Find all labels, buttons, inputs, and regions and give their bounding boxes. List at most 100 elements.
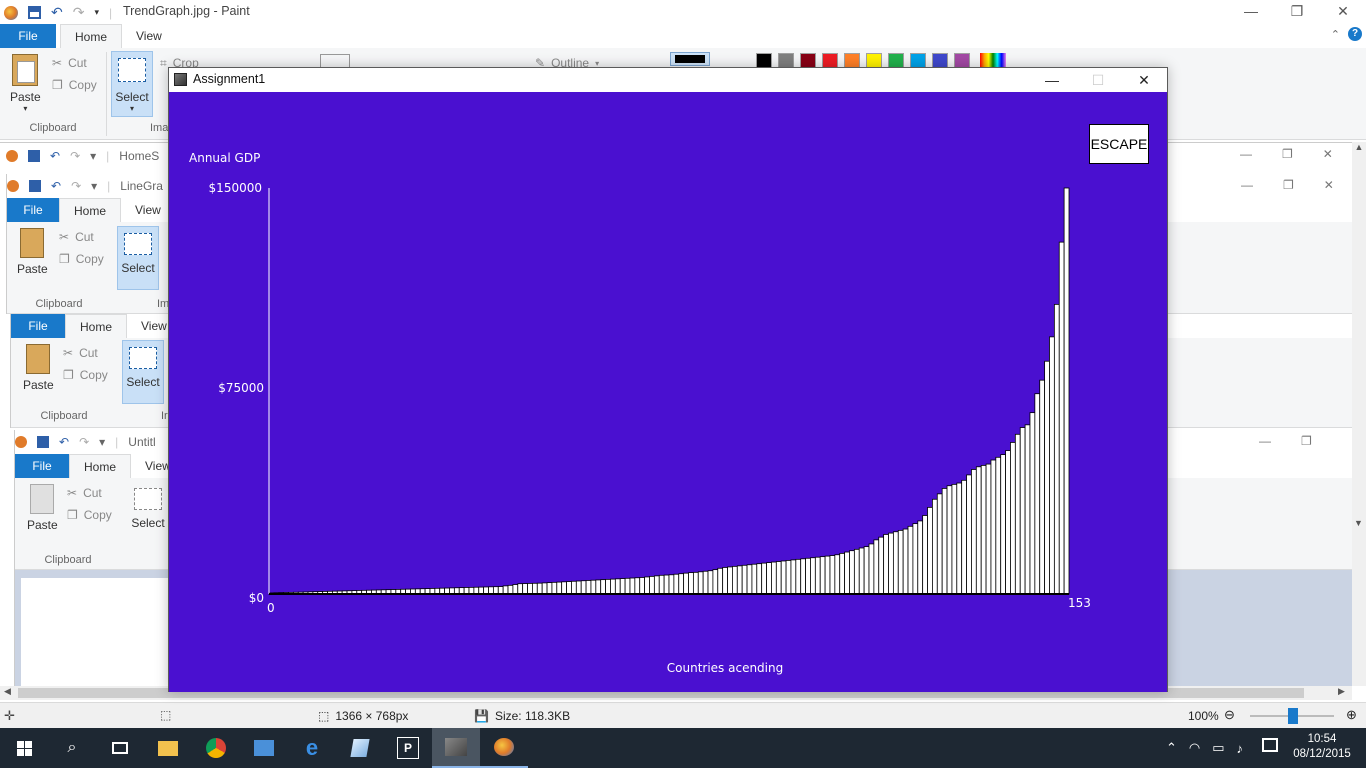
qat-dropdown-icon[interactable]: ▾ xyxy=(94,7,99,18)
bg2-paste-button[interactable]: Paste xyxy=(17,228,48,276)
volume-icon[interactable]: ♪ xyxy=(1237,741,1244,756)
chart-bar xyxy=(556,581,563,595)
edge-icon: e xyxy=(305,735,319,760)
select-icon xyxy=(118,58,146,82)
bg2-paste-label: Paste xyxy=(17,262,48,276)
bg1-close-icon[interactable]: ✕ xyxy=(1323,147,1333,161)
save-icon[interactable] xyxy=(28,6,41,19)
edit-colors-icon[interactable] xyxy=(980,53,1006,67)
bg3-copy-button[interactable]: ❐ Copy xyxy=(63,364,108,386)
task-view-button[interactable] xyxy=(96,728,144,768)
bg3-paste-button[interactable]: Paste xyxy=(23,344,54,392)
taskbar-paint[interactable] xyxy=(480,728,528,768)
bg2-select-button[interactable]: Select xyxy=(117,226,159,290)
chart-bar xyxy=(829,555,836,595)
select-button[interactable]: Select ▾ xyxy=(111,51,153,117)
copy-button[interactable]: ❐ Copy xyxy=(52,74,97,96)
start-button[interactable] xyxy=(0,728,48,768)
image-dimensions: 1366 × 768px xyxy=(335,709,409,723)
color1-button[interactable] xyxy=(670,52,710,66)
bg2-tab-home[interactable]: Home xyxy=(59,197,122,223)
bg2-tab-file[interactable]: File xyxy=(7,198,59,222)
wifi-icon[interactable]: ◠ xyxy=(1189,740,1200,756)
taskbar-processing[interactable]: P xyxy=(384,728,432,768)
chart-bar xyxy=(1039,379,1046,595)
taskbar-edge[interactable]: e xyxy=(288,728,336,768)
taskbar-java-app[interactable] xyxy=(432,728,480,768)
shapes-gallery-icon[interactable] xyxy=(320,54,350,68)
zoom-in-button[interactable]: ⊕ xyxy=(1346,707,1357,723)
collapse-ribbon-icon[interactable]: ⌃ xyxy=(1331,28,1340,41)
zoom-out-button[interactable]: ⊖ xyxy=(1224,707,1235,723)
scroll-right-icon[interactable]: ▶ xyxy=(1338,686,1345,697)
select-label: Select xyxy=(115,90,149,104)
escape-button[interactable]: ESCAPE xyxy=(1089,124,1149,164)
paste-button[interactable]: Paste ▾ xyxy=(10,54,41,113)
chart-bar xyxy=(727,566,733,595)
action-center-icon[interactable] xyxy=(1262,738,1278,752)
scroll-left-icon[interactable]: ◀ xyxy=(4,686,11,697)
zoom-slider-thumb[interactable] xyxy=(1288,708,1298,724)
bg2-restore-icon[interactable]: ❐ xyxy=(1283,178,1294,192)
bg2-minimize-icon[interactable]: — xyxy=(1241,178,1253,192)
search-icon: ⌕ xyxy=(67,739,77,756)
bg4-canvas[interactable] xyxy=(21,578,171,688)
taskbar-file-explorer[interactable] xyxy=(144,728,192,768)
tab-view[interactable]: View xyxy=(122,24,176,48)
chart-bar xyxy=(824,555,831,595)
assignment1-window[interactable]: Assignment1 — ☐ ✕ Annual GDP $150000 $75… xyxy=(168,67,1168,692)
bg4-cut-button[interactable]: ✂ Cut xyxy=(67,482,112,504)
bg1-restore-icon[interactable]: ❐ xyxy=(1282,147,1293,161)
minimize-button[interactable]: — xyxy=(1228,3,1274,19)
bg3-cut-button[interactable]: ✂ Cut xyxy=(63,342,108,364)
assignment1-minimize-button[interactable]: — xyxy=(1029,72,1075,88)
scroll-down-icon[interactable]: ▼ xyxy=(1354,518,1363,528)
chart-bar xyxy=(736,565,743,595)
chart-bar xyxy=(497,586,504,595)
bg4-restore-icon[interactable]: ❐ xyxy=(1301,434,1312,448)
bg4-tab-file[interactable]: File xyxy=(15,454,69,478)
bg1-minimize-icon[interactable]: — xyxy=(1240,147,1252,161)
scroll-up-icon[interactable]: ▲ xyxy=(1352,142,1366,152)
assignment1-maximize-button[interactable]: ☐ xyxy=(1075,72,1121,89)
help-icon[interactable]: ? xyxy=(1348,27,1362,41)
chart-bar xyxy=(863,546,870,595)
copy-label: Copy xyxy=(68,78,97,92)
bg3-tab-file[interactable]: File xyxy=(11,314,65,338)
tab-file[interactable]: File xyxy=(0,24,56,48)
bg3-select-icon xyxy=(129,347,157,369)
tab-home[interactable]: Home xyxy=(60,23,123,49)
bg4-tab-home[interactable]: Home xyxy=(69,453,132,479)
restore-button[interactable]: ❐ xyxy=(1274,3,1320,20)
clock[interactable]: 10:54 08/12/2015 xyxy=(1290,732,1354,762)
assignment1-close-button[interactable]: ✕ xyxy=(1121,72,1167,89)
cut-button[interactable]: ✂ Cut xyxy=(52,52,97,74)
bg4-paste-button[interactable]: Paste xyxy=(27,484,58,532)
close-button[interactable]: ✕ xyxy=(1320,3,1366,20)
undo-icon[interactable]: ↶ xyxy=(51,4,63,21)
bg2-cut-button[interactable]: ✂ Cut xyxy=(59,226,104,248)
battery-icon[interactable]: ▭ xyxy=(1212,740,1224,756)
bg4-save-icon xyxy=(37,436,49,448)
search-button[interactable]: ⌕ xyxy=(48,728,96,768)
chart-bar xyxy=(619,578,626,595)
chart-bar xyxy=(966,474,972,595)
taskbar-contacts[interactable] xyxy=(240,728,288,768)
bg3-select-button[interactable]: Select xyxy=(122,340,164,404)
bg2-close-icon[interactable]: ✕ xyxy=(1324,178,1334,192)
redo-icon[interactable]: ↷ xyxy=(73,4,85,21)
bg3-tab-home[interactable]: Home xyxy=(65,313,128,339)
bg4-minimize-icon[interactable]: — xyxy=(1259,434,1271,448)
bg2-title: LineGra xyxy=(120,179,163,193)
chart-bar xyxy=(688,572,694,595)
taskbar-app-bluebox[interactable] xyxy=(336,728,384,768)
bars-group xyxy=(268,187,1070,595)
show-hidden-icons-icon[interactable]: ⌃ xyxy=(1166,740,1177,756)
taskbar-chrome[interactable] xyxy=(192,728,240,768)
chart-bar xyxy=(717,567,724,595)
bg4-copy-button[interactable]: ❐ Copy xyxy=(67,504,112,526)
vertical-scrollbar[interactable]: ▲ ▼ xyxy=(1352,142,1366,686)
bg4-select-button[interactable]: Select xyxy=(127,482,169,546)
bg2-tab-view[interactable]: View xyxy=(121,198,175,222)
bg2-copy-button[interactable]: ❐ Copy xyxy=(59,248,104,270)
